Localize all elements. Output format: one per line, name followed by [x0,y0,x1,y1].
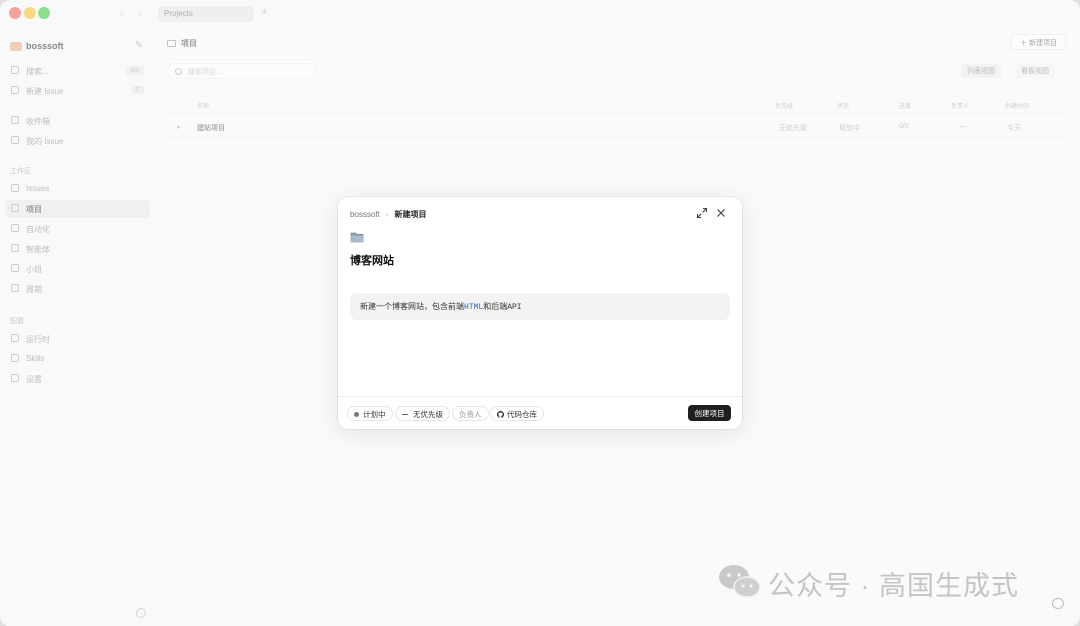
project-description-input[interactable]: 新建一个博客网站，包含前端HTML和后端API [350,293,730,320]
description-code: API [507,303,522,312]
breadcrumb-separator: › [385,210,389,219]
priority-label: 无优先级 [413,410,443,419]
dialog-breadcrumb: bosssoft › 新建项目 [350,209,426,220]
repo-label: 代码仓库 [507,410,537,419]
expand-icon[interactable] [696,207,708,219]
description-text: 新建一个博客网站，包含前端 [360,302,464,311]
lead-label: 负责人 [459,410,482,419]
status-label: 计划中 [363,410,386,419]
github-icon [497,411,504,418]
status-dot-icon [354,412,359,417]
project-title-input[interactable]: 博客网站 [350,252,394,268]
watermark-text: 公众号 · 高国生成式 [768,571,1019,601]
project-folder-icon[interactable] [350,231,364,243]
lead-picker[interactable]: 负责人 [452,406,489,421]
priority-dash-icon [402,414,408,415]
priority-picker[interactable]: 无优先级 [395,406,450,421]
wechat-logo-icon [719,565,761,598]
description-code: HTML [464,303,484,312]
create-project-button[interactable]: 创建项目 [688,405,731,421]
repo-picker[interactable]: 代码仓库 [490,406,544,421]
dialog-footer: 计划中 无优先级 负责人 代码仓库 创建项目 [338,396,742,429]
status-picker[interactable]: 计划中 [347,406,393,421]
new-project-dialog: bosssoft › 新建项目 博客网站 新建一个博客网站，包含前端HTML和后端A… [338,197,742,429]
breadcrumb-current: 新建项目 [394,210,427,219]
breadcrumb-workspace[interactable]: bosssoft [350,210,380,219]
close-icon[interactable] [715,207,727,219]
chat-icon[interactable] [1052,598,1064,609]
description-text: 和后端 [483,302,508,311]
